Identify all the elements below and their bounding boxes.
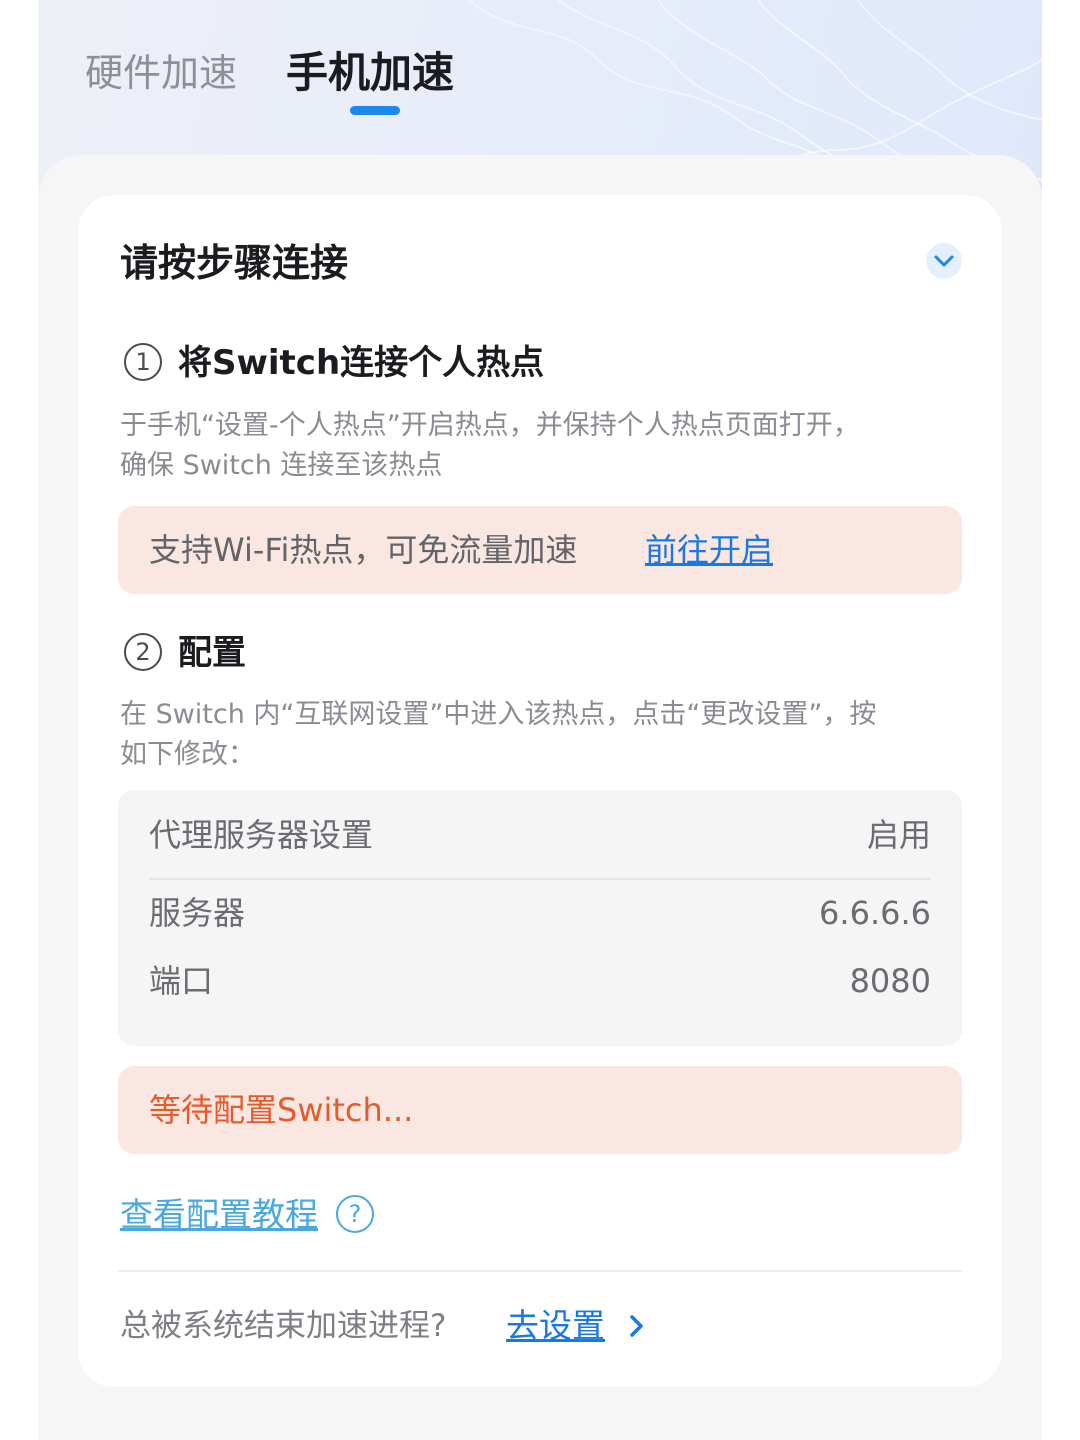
- help-circle-icon[interactable]: ?: [336, 1195, 374, 1233]
- card-title: 请按步骤连接: [120, 241, 349, 285]
- step-1-title: 将Switch连接个人热点: [178, 343, 545, 383]
- step-1-number: 1: [124, 343, 162, 381]
- enable-wifi-link[interactable]: 前往开启: [645, 506, 773, 594]
- connection-steps-card: 请按步骤连接 1 将Switch连接个人热点 于手机“设置-个人热点”开启热点，…: [78, 195, 1002, 1387]
- proxy-setting-label: 代理服务器设置: [149, 816, 374, 854]
- port-value: 8080: [849, 962, 931, 1000]
- active-tab-indicator: [350, 106, 400, 115]
- waiting-status-text: 等待配置Switch...: [149, 1091, 414, 1129]
- footer-divider: [118, 1270, 962, 1272]
- background-kill-question: 总被系统结束加速进程?: [120, 1308, 447, 1344]
- tab-hardware-acceleration[interactable]: 硬件加速: [85, 48, 237, 98]
- step-2-title: 配置: [178, 633, 246, 673]
- chevron-down-icon: [934, 255, 954, 267]
- tab-phone-acceleration[interactable]: 手机加速: [286, 48, 454, 98]
- wifi-hotspot-notice: 支持Wi-Fi热点，可免流量加速 前往开启: [118, 506, 962, 594]
- go-settings-link[interactable]: 去设置: [506, 1303, 605, 1349]
- config-divider: [149, 878, 931, 880]
- step-2-description-line-2: 如下修改：: [120, 739, 255, 770]
- proxy-setting-value: 启用: [866, 816, 931, 854]
- step-2-number: 2: [124, 633, 162, 671]
- port-label: 端口: [149, 962, 214, 1000]
- collapse-button[interactable]: [926, 243, 962, 279]
- step-2-description-line-1: 在 Switch 内“互联网设置”中进入该热点，点击“更改设置”，按: [120, 699, 877, 730]
- server-label: 服务器: [149, 894, 246, 932]
- chevron-right-icon[interactable]: [624, 1303, 650, 1349]
- app-screen: 硬件加速 手机加速 请按步骤连接 1 将Switch连接个人热点 于手机“设置-…: [38, 0, 1042, 1440]
- view-tutorial-link[interactable]: 查看配置教程: [120, 1192, 318, 1238]
- step-1-description-line-1: 于手机“设置-个人热点”开启热点，并保持个人热点页面打开，: [120, 410, 860, 441]
- proxy-config-table: 代理服务器设置 启用 服务器 6.6.6.6 端口 8080: [118, 790, 962, 1046]
- notice-text: 支持Wi-Fi热点，可免流量加速: [149, 531, 578, 569]
- waiting-status-banner: 等待配置Switch...: [118, 1066, 962, 1154]
- server-value: 6.6.6.6: [819, 894, 931, 932]
- step-1-description-line-2: 确保 Switch 连接至该热点: [120, 450, 443, 481]
